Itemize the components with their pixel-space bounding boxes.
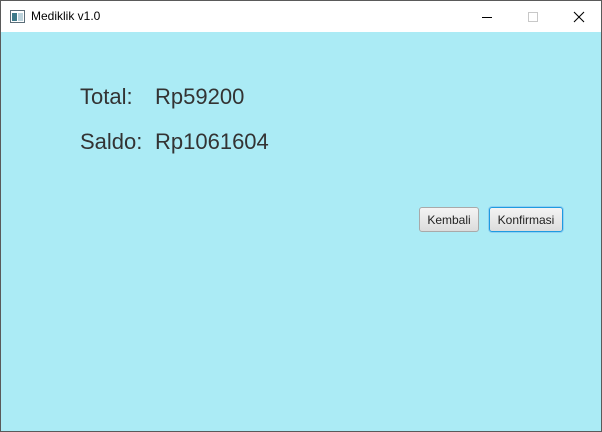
total-value: Rp59200	[155, 84, 245, 109]
app-window-icon	[10, 10, 25, 23]
maximize-icon	[528, 11, 538, 22]
saldo-value: Rp1061604	[155, 129, 269, 154]
title-bar[interactable]: Mediklik v1.0	[1, 1, 601, 32]
close-button[interactable]	[556, 1, 602, 32]
saldo-label: Saldo:	[80, 129, 143, 154]
confirm-button[interactable]: Konfirmasi	[489, 207, 563, 232]
minimize-icon	[482, 16, 492, 18]
main-panel: Total: Rp59200 Saldo: Rp1061604 Kembali …	[1, 32, 601, 431]
app-window: Mediklik v1.0 Total: Rp59200 Saldo: Rp10…	[0, 0, 602, 432]
back-button[interactable]: Kembali	[419, 207, 479, 232]
total-label: Total:	[80, 84, 133, 109]
window-title: Mediklik v1.0	[31, 9, 101, 23]
close-icon	[573, 11, 585, 22]
minimize-button[interactable]	[464, 1, 510, 32]
maximize-button[interactable]	[510, 1, 556, 32]
